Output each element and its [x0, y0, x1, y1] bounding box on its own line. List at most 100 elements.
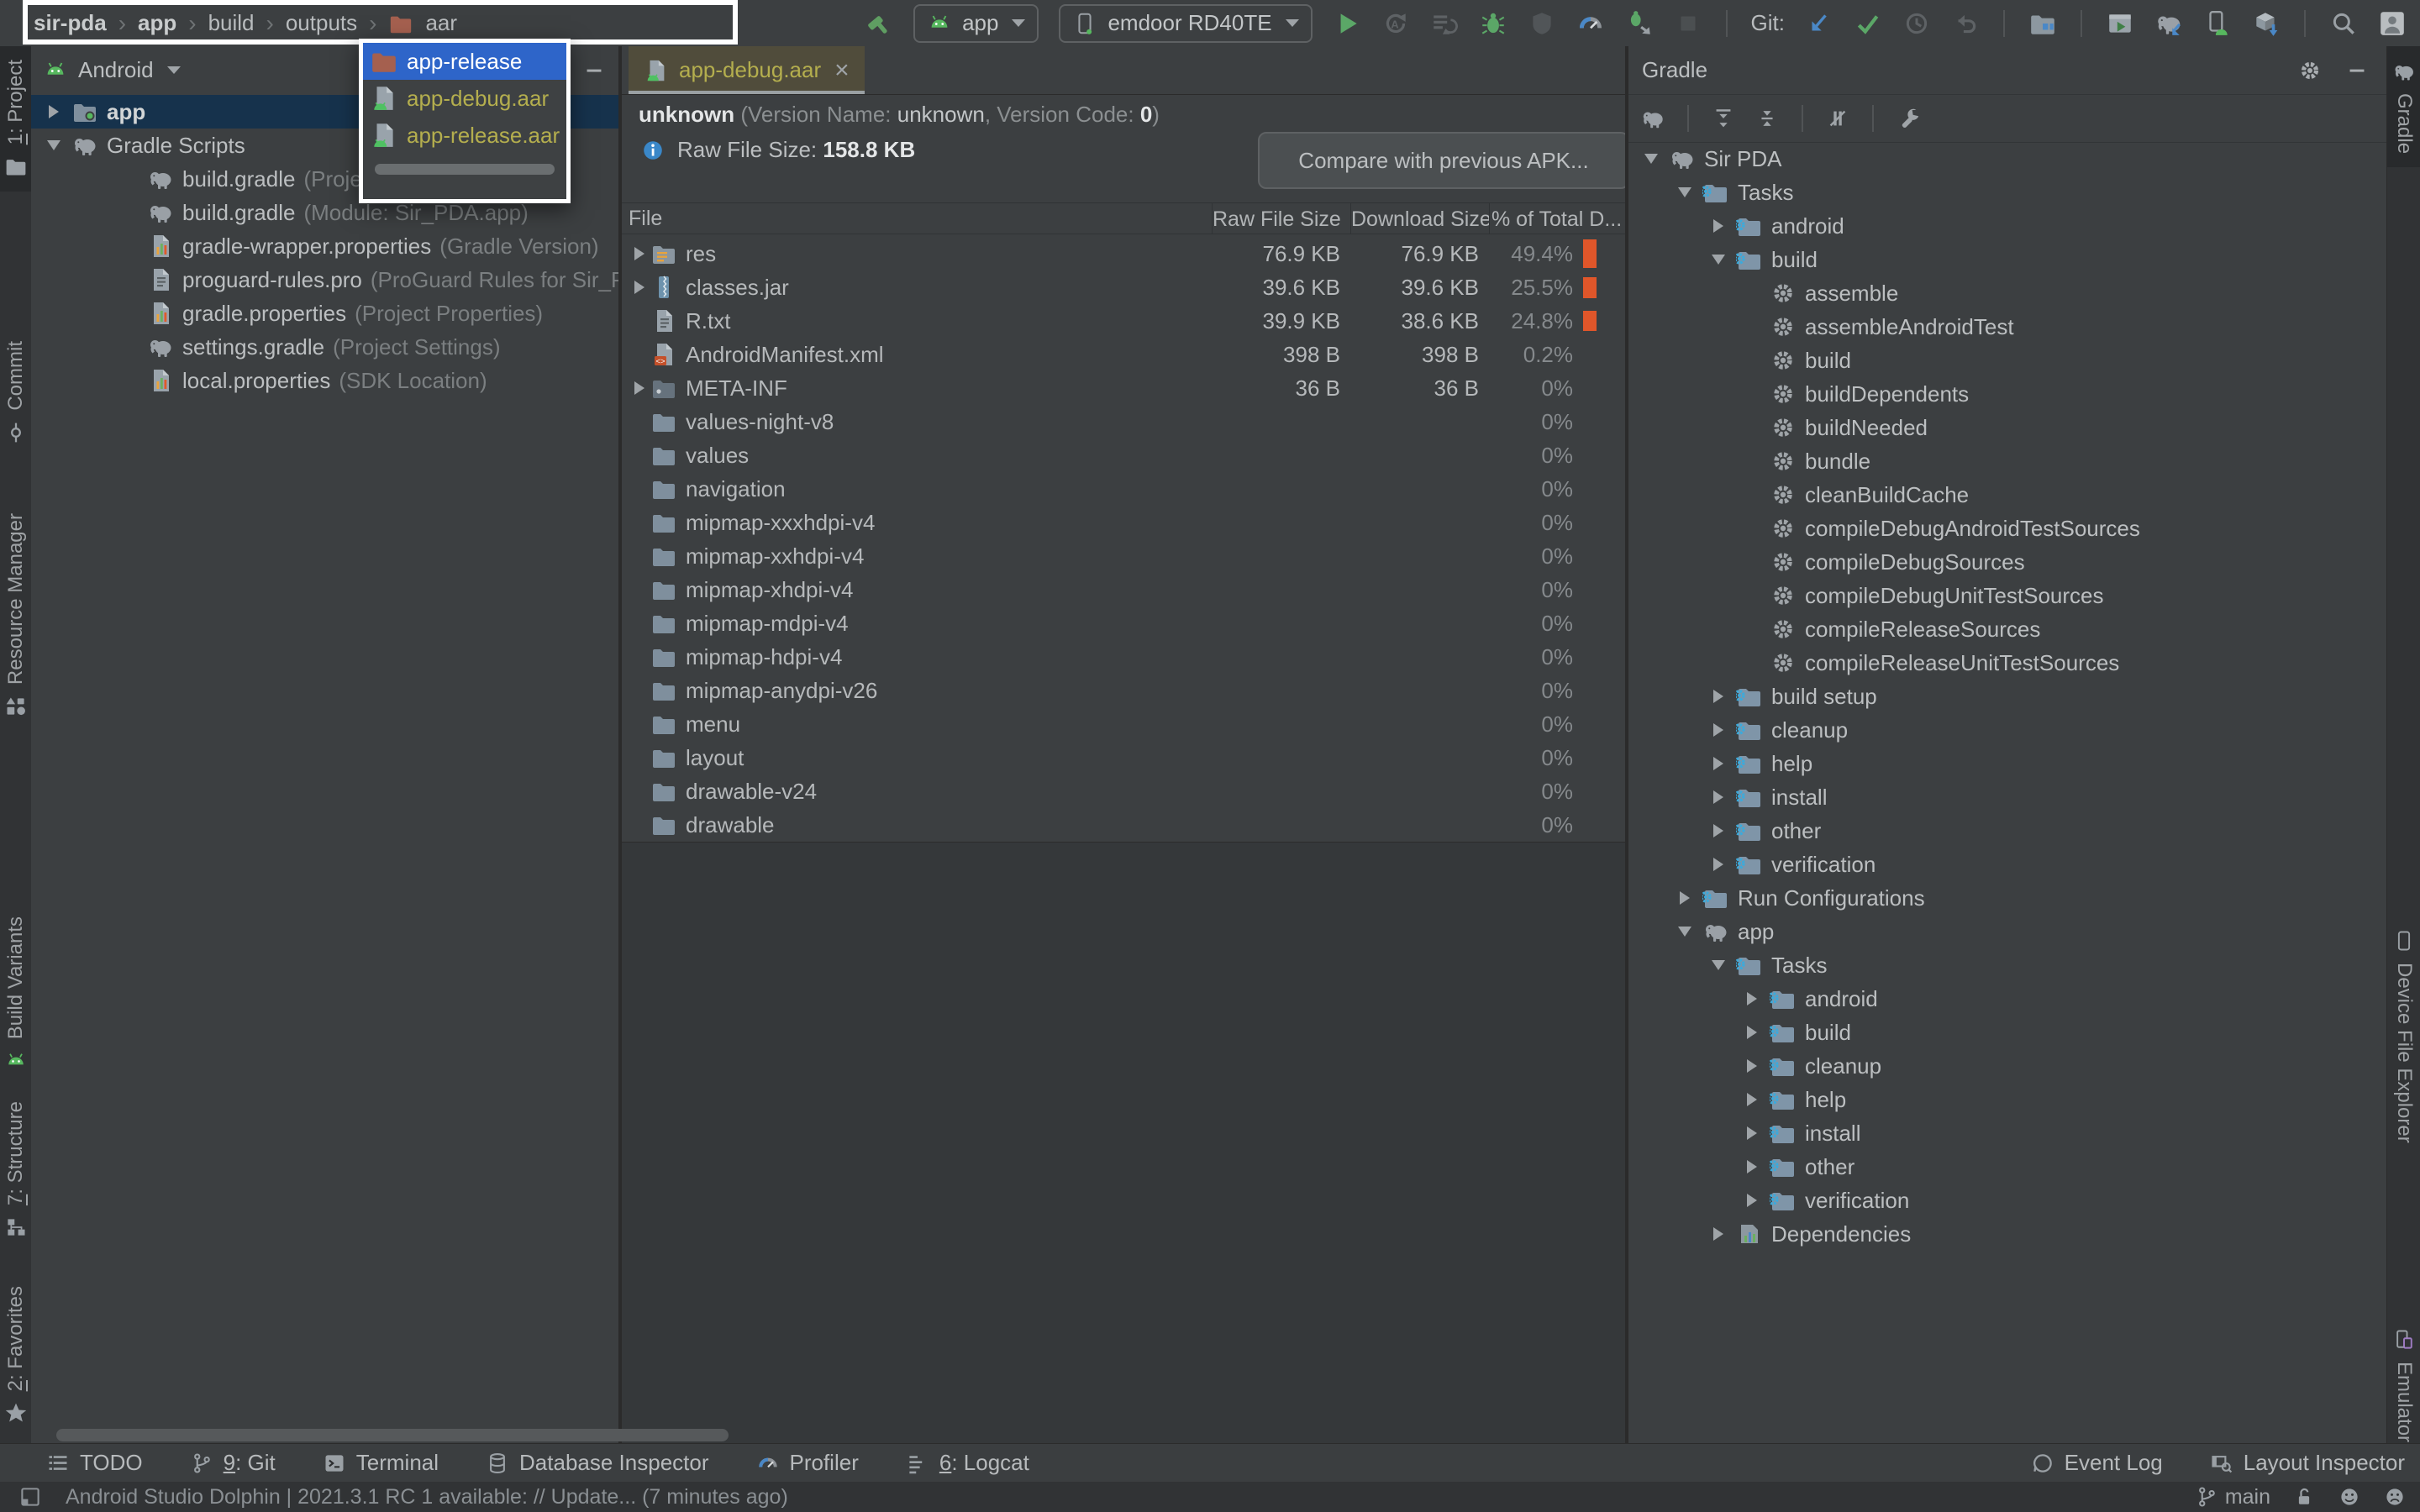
table-row-R.txt[interactable]: R.txt 39.9 KB 38.6 KB 24.8%	[622, 304, 1625, 338]
apply-changes-button[interactable]	[1430, 9, 1459, 38]
gradle-tree-item-assembleandroidtest[interactable]: assembleAndroidTest	[1628, 310, 2386, 344]
tree-expand-arrow-closed[interactable]	[1741, 1194, 1763, 1207]
gradle-tree-item-other[interactable]: other	[1628, 1150, 2386, 1184]
project-view-selector[interactable]: Android	[78, 57, 154, 83]
gradle-tree-item-install[interactable]: install	[1628, 1116, 2386, 1150]
breadcrumb-item-aar[interactable]: aar	[425, 10, 457, 36]
hammer-button[interactable]	[865, 9, 893, 38]
run-anything-button[interactable]	[2106, 9, 2134, 38]
tree-expand-arrow-closed[interactable]	[629, 247, 650, 260]
git-branch-widget[interactable]: main	[2195, 1485, 2270, 1509]
gradle-tree-item-compiledebugandroidtestsources[interactable]: compileDebugAndroidTestSources	[1628, 512, 2386, 545]
gradle-tree-item-tasks[interactable]: Tasks	[1628, 948, 2386, 982]
profile-button[interactable]	[1528, 9, 1556, 38]
column-file[interactable]: File	[622, 207, 1212, 231]
gradle-tree-item-cleanup[interactable]: cleanup	[1628, 1049, 2386, 1083]
tree-expand-arrow-closed[interactable]	[1707, 690, 1729, 703]
project-tree-item-proguard-rules.pro[interactable]: proguard-rules.pro (ProGuard Rules for Si…	[31, 263, 618, 297]
tree-expand-arrow-closed[interactable]	[1707, 790, 1729, 804]
run-button[interactable]	[1333, 9, 1361, 38]
tree-expand-arrow-closed[interactable]	[1741, 1126, 1763, 1140]
run_config-selector[interactable]: app	[913, 3, 1039, 43]
toolwindow-button-event-log[interactable]: Event Log	[2031, 1450, 2163, 1476]
tree-expand-arrow-closed[interactable]	[629, 281, 650, 294]
tree-expand-arrow-closed[interactable]	[1741, 992, 1763, 1005]
gradle-tree-item-compiledebugsources[interactable]: compileDebugSources	[1628, 545, 2386, 579]
gradle-tree-item-verification[interactable]: verification	[1628, 848, 2386, 881]
tree-expand-arrow-open[interactable]	[43, 140, 65, 150]
sidebar-item-resource-manager[interactable]: Resource Manager	[0, 500, 31, 732]
toolwindow-button-database-inspector[interactable]: Database Inspector	[486, 1450, 709, 1476]
offline-mode-button[interactable]	[1825, 106, 1850, 131]
hide-button[interactable]	[2344, 58, 2370, 83]
table-row-layout[interactable]: layout 0%	[622, 741, 1625, 774]
unlock-button[interactable]	[2292, 1485, 2316, 1509]
gradle-tree-item-tasks[interactable]: Tasks	[1628, 176, 2386, 209]
device-manager-button[interactable]	[2028, 9, 2057, 38]
tree-expand-arrow-closed[interactable]	[1707, 757, 1729, 770]
column-raw-size[interactable]: Raw File Size	[1212, 203, 1350, 234]
debug-button[interactable]	[1479, 9, 1507, 38]
chevron-down-icon[interactable]	[166, 66, 181, 74]
project-tree-item-settings.gradle[interactable]: settings.gradle (Project Settings)	[31, 330, 618, 364]
gradle-tree-item-compilereleasesources[interactable]: compileReleaseSources	[1628, 612, 2386, 646]
sidebar-item-device-file-explorer[interactable]: Device File Explorer	[2387, 916, 2420, 1157]
project-tree-item-local.properties[interactable]: local.properties (SDK Location)	[31, 364, 618, 397]
table-row-AndroidManifest.xml[interactable]: <> AndroidManifest.xml 398 B 398 B 0.2%	[622, 338, 1625, 371]
toolwindow-button-6-logcat[interactable]: 6: Logcat	[906, 1450, 1029, 1476]
tree-expand-arrow-open[interactable]	[1674, 927, 1696, 937]
sad-face-button[interactable]	[2383, 1485, 2407, 1509]
tree-expand-arrow-closed[interactable]	[1707, 824, 1729, 837]
table-row-navigation[interactable]: navigation 0%	[622, 472, 1625, 506]
column-percent-total[interactable]: % of Total D...	[1489, 203, 1625, 234]
breadcrumb-item-outputs[interactable]: outputs	[286, 10, 357, 36]
tree-expand-arrow-closed[interactable]	[1707, 1227, 1729, 1241]
tree-expand-arrow-open[interactable]	[1674, 187, 1696, 197]
collapse-all-button[interactable]	[1754, 106, 1780, 131]
settings-gear-button[interactable]	[2297, 58, 2323, 83]
table-row-mipmap-xxhdpi-v4[interactable]: mipmap-xxhdpi-v4 0%	[622, 539, 1625, 573]
compare-apk-button[interactable]: Compare with previous APK...	[1258, 132, 1625, 189]
table-row-drawable[interactable]: drawable 0%	[622, 808, 1625, 842]
close-icon[interactable]: ×	[834, 56, 850, 85]
gradle-tree-item-run-configurations[interactable]: Run Configurations	[1628, 881, 2386, 915]
tree-expand-arrow-closed[interactable]	[1741, 1093, 1763, 1106]
gradle-sync-button[interactable]	[2154, 9, 2183, 38]
profiler-button[interactable]	[1576, 9, 1605, 38]
horizontal-scrollbar[interactable]	[56, 1429, 729, 1441]
gradle-tree-item-compilereleaseunittestsources[interactable]: compileReleaseUnitTestSources	[1628, 646, 2386, 680]
gradle-tree-item-build-setup[interactable]: build setup	[1628, 680, 2386, 713]
sidebar-item-gradle[interactable]: Gradle	[2387, 46, 2420, 168]
project-tree-item-gradle-wrapper.properties[interactable]: gradle-wrapper.properties (Gradle Version…	[31, 229, 618, 263]
breadcrumb-item-sir-pda[interactable]: sir-pda	[34, 10, 107, 36]
rollback-button[interactable]	[1951, 9, 1980, 38]
table-row-mipmap-anydpi-v26[interactable]: mipmap-anydpi-v26 0%	[622, 674, 1625, 707]
column-download-size[interactable]: Download Size	[1350, 203, 1489, 234]
happy-face-button[interactable]	[2338, 1485, 2361, 1509]
table-row-classes.jar[interactable]: classes.jar 39.6 KB 39.6 KB 25.5%	[622, 270, 1625, 304]
tree-expand-arrow-closed[interactable]	[1707, 723, 1729, 737]
tree-expand-arrow-closed[interactable]	[1741, 1160, 1763, 1173]
gradle-tree-item-buildneeded[interactable]: buildNeeded	[1628, 411, 2386, 444]
gradle-tree-item-install[interactable]: install	[1628, 780, 2386, 814]
rerun-button[interactable]: A	[1381, 9, 1410, 38]
table-row-mipmap-mdpi-v4[interactable]: mipmap-mdpi-v4 0%	[622, 606, 1625, 640]
project-tree-item-gradle.properties[interactable]: gradle.properties (Project Properties)	[31, 297, 618, 330]
gradle-tree-item-cleanup[interactable]: cleanup	[1628, 713, 2386, 747]
gradle-tree-item-help[interactable]: help	[1628, 1083, 2386, 1116]
gradle-tree-item-android[interactable]: android	[1628, 982, 2386, 1016]
stop-button[interactable]	[1674, 9, 1702, 38]
toolwindow-button-todo[interactable]: TODO	[46, 1450, 143, 1476]
gradle-tree-item-compiledebugunittestsources[interactable]: compileDebugUnitTestSources	[1628, 579, 2386, 612]
attach-debugger-button[interactable]	[1625, 9, 1654, 38]
gradle-tree-item-assemble[interactable]: assemble	[1628, 276, 2386, 310]
git-update-button[interactable]	[1805, 9, 1833, 38]
wrench-button[interactable]	[1896, 106, 1921, 131]
tree-expand-arrow-open[interactable]	[1640, 154, 1662, 164]
table-row-res[interactable]: res 76.9 KB 76.9 KB 49.4%	[622, 237, 1625, 270]
gradle-tree-item-dependencies[interactable]: Dependencies	[1628, 1217, 2386, 1251]
toolwindow-button-layout-inspector[interactable]: Layout Inspector	[2210, 1450, 2405, 1476]
breadcrumb-item-app[interactable]: app	[138, 10, 176, 36]
table-row-META-INF[interactable]: META-INF 36 B 36 B 0%	[622, 371, 1625, 405]
tree-expand-arrow-open[interactable]	[1707, 960, 1729, 970]
